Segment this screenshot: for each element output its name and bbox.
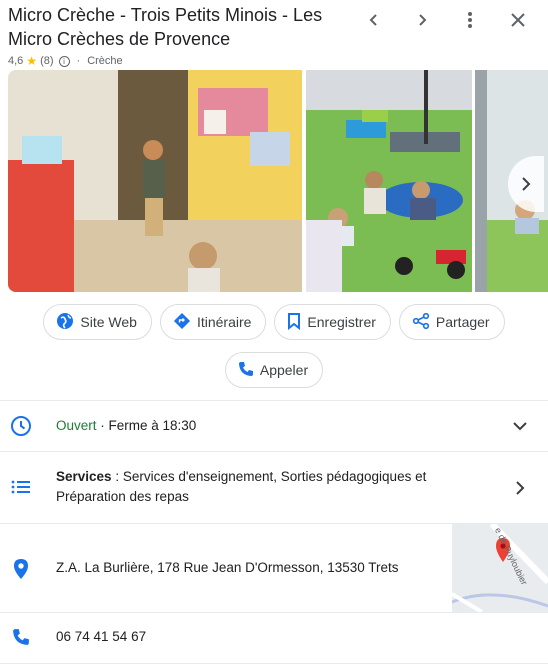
share-button[interactable]: Partager	[398, 304, 505, 340]
services-value: : Services d'enseignement, Sorties pédag…	[56, 469, 427, 504]
services-text: Services : Services d'enseignement, Sort…	[56, 467, 466, 507]
phone-row[interactable]: 06 74 41 54 67	[0, 613, 548, 663]
place-category: Crèche	[87, 55, 123, 67]
review-count[interactable]: (8)	[40, 55, 53, 67]
gallery-photo[interactable]	[306, 70, 472, 292]
directions-label: Itinéraire	[196, 314, 252, 330]
directions-icon	[173, 312, 191, 333]
clock-icon	[10, 415, 32, 437]
website-button[interactable]: Site Web	[43, 304, 152, 340]
action-buttons: Site Web Itinéraire Enregistrer Partager	[0, 304, 548, 388]
services-row[interactable]: Services : Services d'enseignement, Sort…	[0, 452, 548, 523]
website-label: Site Web	[80, 314, 137, 330]
chevron-left-icon[interactable]	[362, 8, 386, 32]
phone-icon	[10, 626, 32, 648]
rating-value: 4,6	[8, 55, 24, 67]
list-icon	[10, 476, 32, 498]
chevron-down-icon[interactable]	[512, 418, 528, 434]
close-icon[interactable]	[506, 8, 530, 32]
call-button[interactable]: Appeler	[224, 352, 324, 388]
chevron-right-icon[interactable]	[512, 480, 528, 496]
divider	[0, 663, 548, 664]
closing-time: · Ferme à 18:30	[96, 418, 197, 433]
share-label: Partager	[435, 314, 490, 330]
bookmark-icon	[287, 312, 301, 333]
map-thumbnail[interactable]: e de Puyloubier	[452, 524, 548, 612]
place-title: Micro Crèche - Trois Petits Minois - Les…	[8, 5, 323, 49]
phone-icon	[238, 361, 254, 380]
save-label: Enregistrer	[307, 314, 376, 330]
header-controls	[362, 8, 530, 32]
photo-gallery	[8, 70, 548, 292]
directions-button[interactable]: Itinéraire	[159, 304, 267, 340]
call-label: Appeler	[259, 362, 309, 378]
share-icon	[412, 312, 430, 333]
location-pin-icon	[10, 558, 32, 580]
rating-row: 4,6 ★ (8) i · Crèche	[8, 54, 348, 68]
open-status: Ouvert	[56, 418, 97, 433]
hours-row[interactable]: Ouvert · Ferme à 18:30	[0, 401, 548, 451]
globe-icon	[56, 312, 74, 333]
address-text: Z.A. La Burlière, 178 Rue Jean D'Ormesso…	[56, 560, 399, 575]
save-button[interactable]: Enregistrer	[274, 304, 391, 340]
services-label: Services	[56, 469, 112, 484]
info-icon[interactable]: i	[58, 55, 70, 67]
star-icon: ★	[26, 54, 38, 68]
place-header: Micro Crèche - Trois Petits Minois - Les…	[8, 3, 348, 68]
chevron-right-icon[interactable]	[410, 8, 434, 32]
gallery-photo[interactable]	[8, 70, 302, 292]
hours-text: Ouvert · Ferme à 18:30	[56, 416, 196, 436]
more-vert-icon[interactable]	[458, 8, 482, 32]
separator-dot: ·	[76, 55, 81, 67]
phone-number: 06 74 41 54 67	[56, 629, 147, 644]
